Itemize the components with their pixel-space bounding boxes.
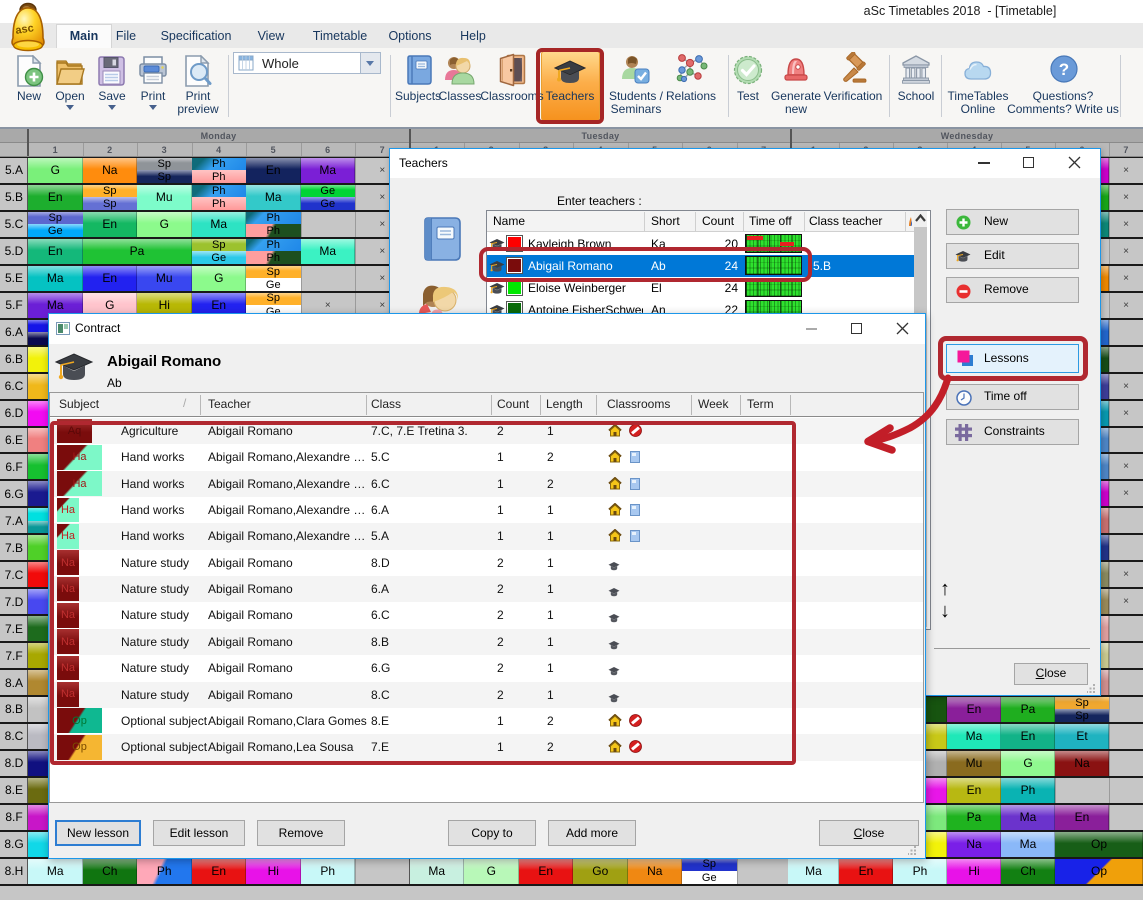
svg-text:?: ? [1059,60,1069,79]
